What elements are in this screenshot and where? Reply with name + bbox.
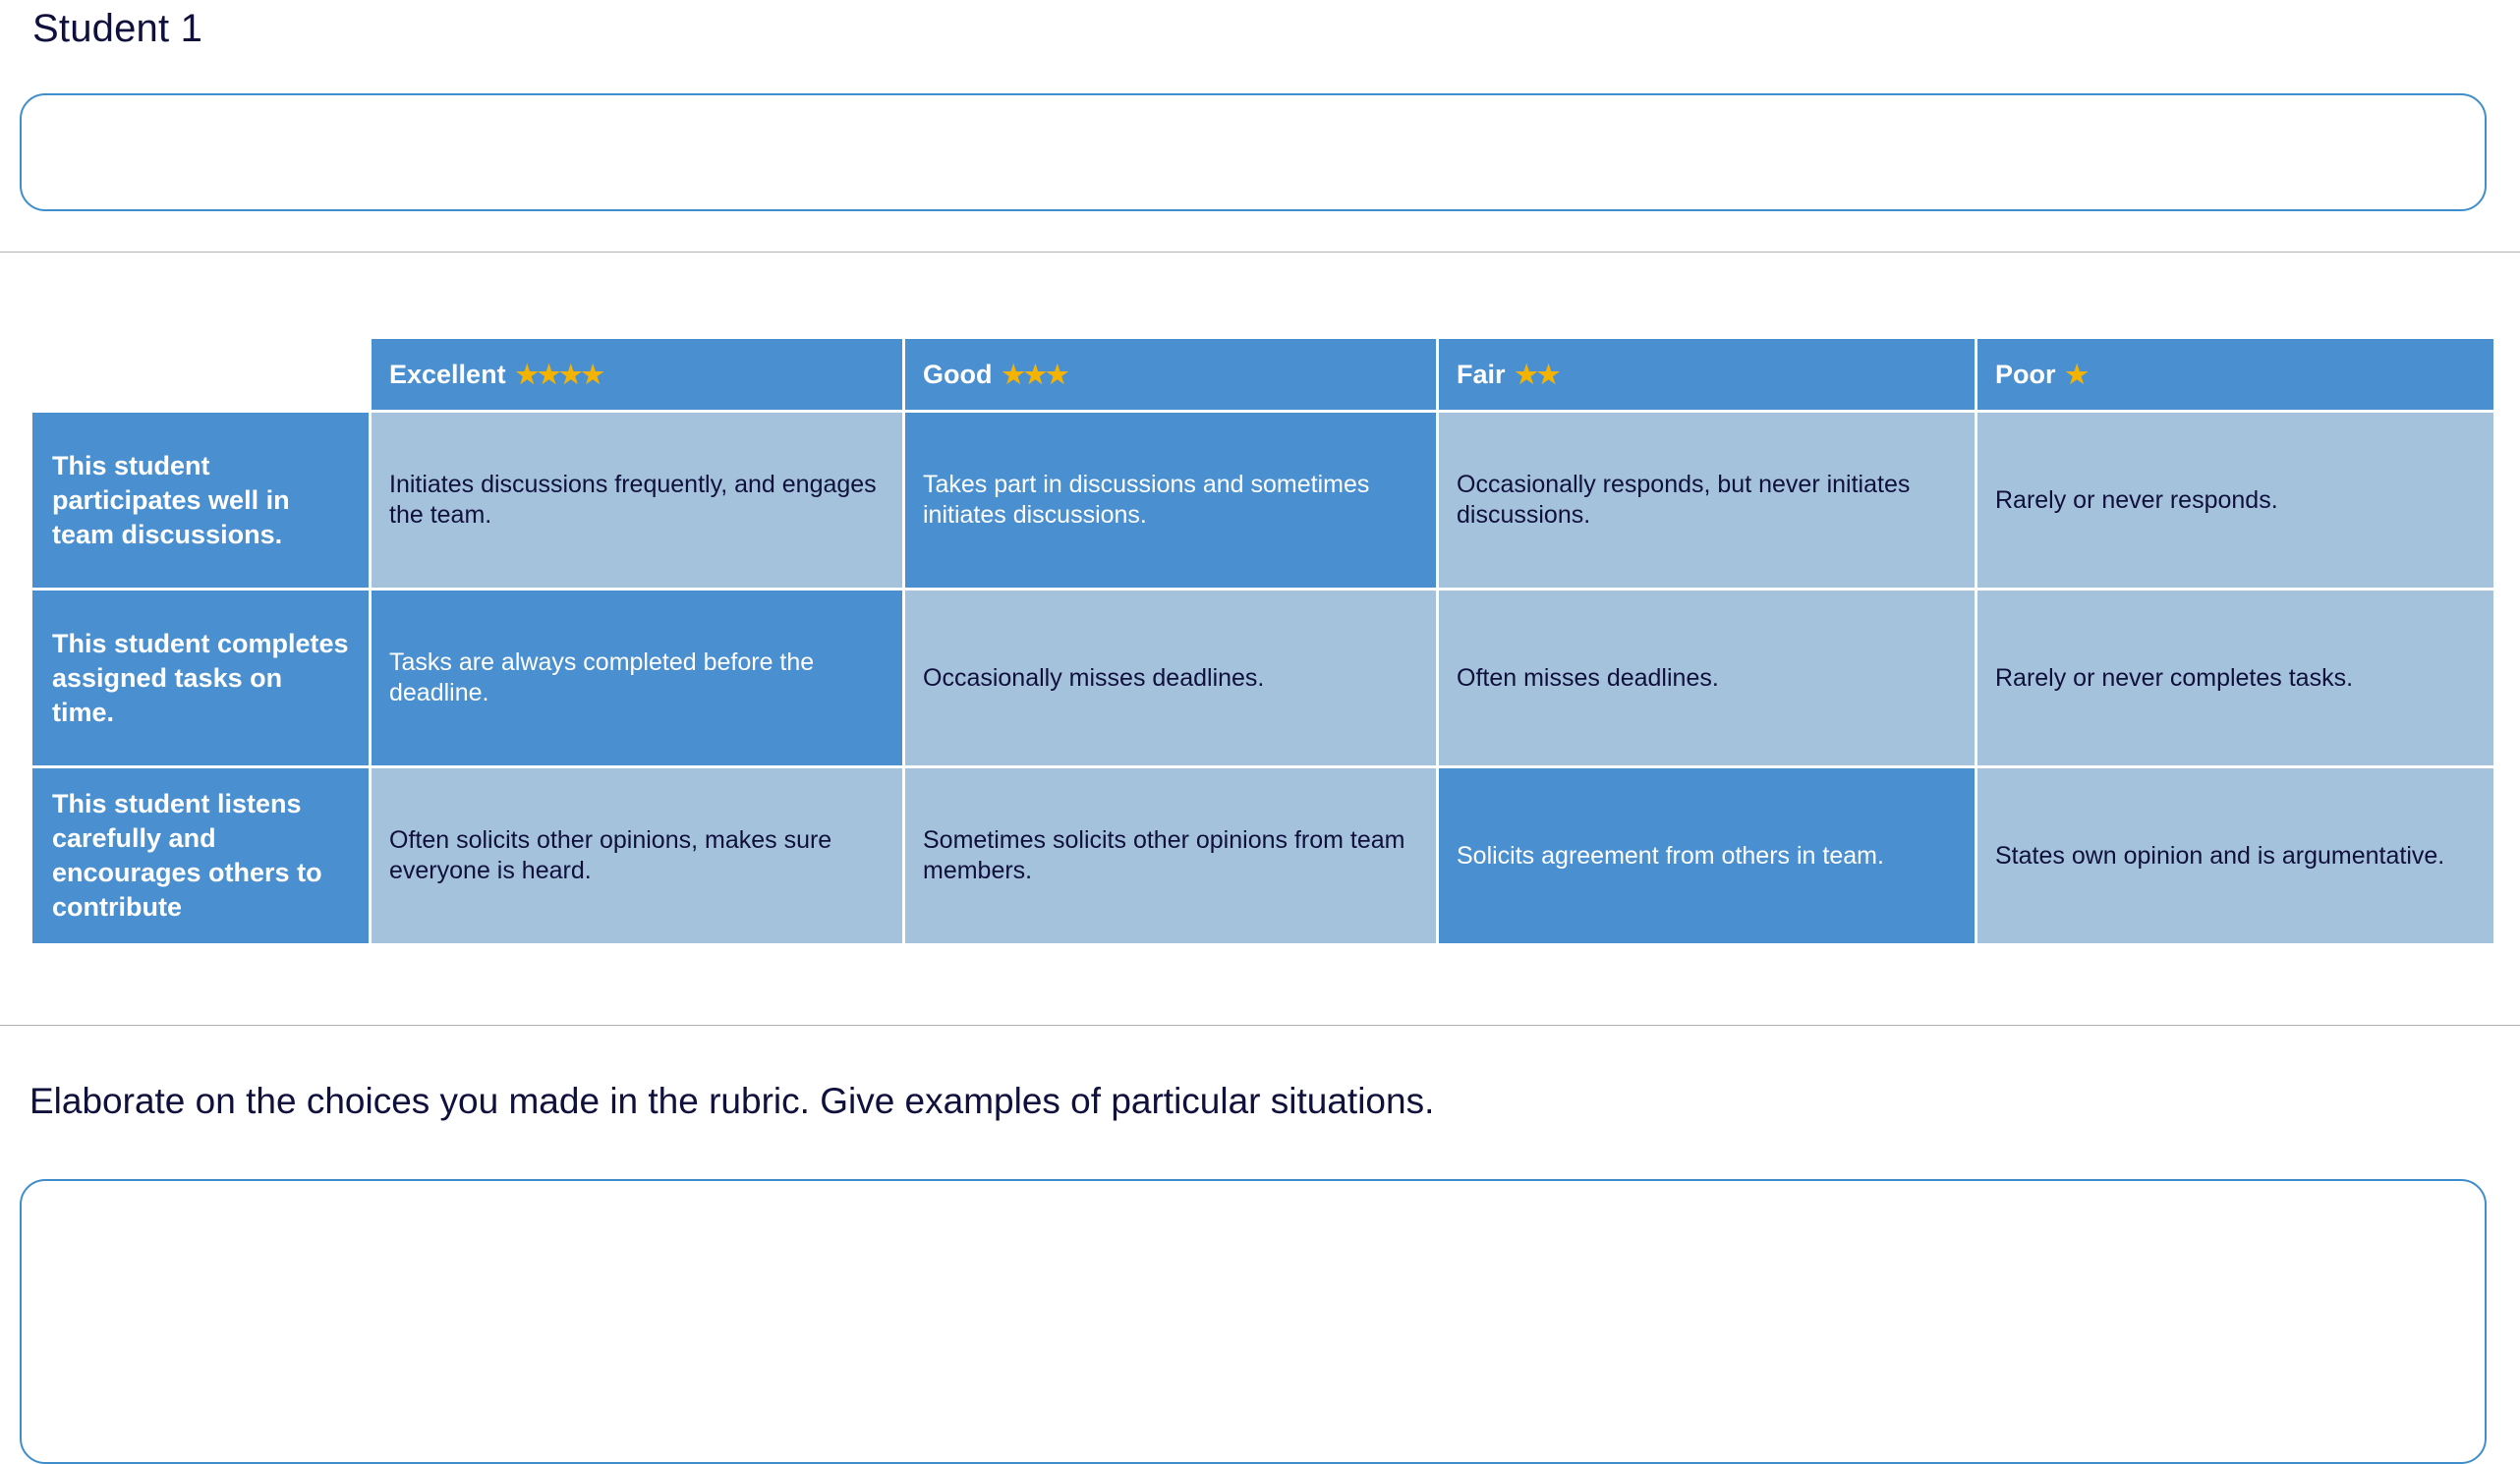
rubric-option-cell[interactable]: Often solicits other opinions, makes sur… <box>372 768 902 943</box>
elaborate-textarea[interactable] <box>20 1179 2487 1464</box>
rubric-option-cell[interactable]: Occasionally responds, but never initiat… <box>1439 413 1975 588</box>
rubric-option-cell[interactable]: Rarely or never completes tasks. <box>1977 591 2493 765</box>
rubric-option-cell[interactable]: Occasionally misses deadlines. <box>905 591 1436 765</box>
star-rating-icon: ★ <box>2065 360 2089 389</box>
page-title: Student 1 <box>32 7 203 50</box>
student-name-input[interactable] <box>20 93 2487 211</box>
rubric-option-text: Tasks are always completed before the de… <box>389 648 815 706</box>
divider-top <box>0 252 2520 253</box>
rubric-table: Excellent ★★★★ Good ★★★ Fair ★★ Poor ★ This stud… <box>32 339 2493 943</box>
star-rating-icon: ★★★★ <box>515 360 604 389</box>
rubric-criterion-label: This student listens carefully and encou… <box>32 768 369 943</box>
rubric-column-header-excellent: Excellent ★★★★ <box>372 339 902 410</box>
rubric-option-cell[interactable]: Solicits agreement from others in team. <box>1439 768 1975 943</box>
rubric-option-cell[interactable]: Sometimes solicits other opinions from t… <box>905 768 1436 943</box>
rubric-option-text: Often misses deadlines. <box>1457 663 1719 692</box>
rubric-criterion-label: This student completes assigned tasks on… <box>32 591 369 765</box>
rubric-column-label: Good <box>923 359 993 389</box>
divider-bottom <box>0 1025 2520 1026</box>
rubric-option-text: Often solicits other opinions, makes sur… <box>389 826 832 884</box>
rubric-assessment-page: Student 1 Excellent ★★★★ Good ★★★ Fair ★★ Poor… <box>0 0 2520 1464</box>
rubric-option-cell[interactable]: Initiates discussions frequently, and en… <box>372 413 902 588</box>
rubric-option-text: States own opinion and is argumentative. <box>1995 841 2445 870</box>
rubric-column-header-fair: Fair ★★ <box>1439 339 1975 410</box>
rubric-option-cell[interactable]: Often misses deadlines. <box>1439 591 1975 765</box>
rubric-criterion-text: This student participates well in team d… <box>52 450 290 549</box>
rubric-criterion-text: This student completes assigned tasks on… <box>52 628 349 727</box>
elaborate-prompt-label: Elaborate on the choices you made in the… <box>29 1081 1435 1121</box>
star-rating-icon: ★★ <box>1515 360 1561 389</box>
rubric-column-label: Poor <box>1995 359 2056 389</box>
rubric-option-text: Sometimes solicits other opinions from t… <box>923 826 1405 884</box>
rubric-option-text: Rarely or never completes tasks. <box>1995 663 2354 692</box>
rubric-option-cell[interactable]: Rarely or never responds. <box>1977 413 2493 588</box>
rubric-option-text: Rarely or never responds. <box>1995 485 2278 514</box>
rubric-option-text: Solicits agreement from others in team. <box>1457 841 1884 870</box>
rubric-criterion-text: This student listens carefully and encou… <box>52 789 322 922</box>
rubric-option-cell[interactable]: States own opinion and is argumentative. <box>1977 768 2493 943</box>
rubric-column-header-poor: Poor ★ <box>1977 339 2493 410</box>
rubric-option-text: Occasionally misses deadlines. <box>923 663 1265 692</box>
star-rating-icon: ★★★ <box>1002 360 1068 389</box>
rubric-option-text: Initiates discussions frequently, and en… <box>389 471 877 529</box>
rubric-column-label: Excellent <box>389 359 506 389</box>
rubric-option-text: Occasionally responds, but never initiat… <box>1457 471 1911 529</box>
rubric-option-text: Takes part in discussions and sometimes … <box>923 471 1370 529</box>
rubric-corner-cell <box>32 339 369 410</box>
rubric-column-label: Fair <box>1457 359 1506 389</box>
rubric-option-cell[interactable]: Tasks are always completed before the de… <box>372 591 902 765</box>
rubric-column-header-good: Good ★★★ <box>905 339 1436 410</box>
rubric-criterion-label: This student participates well in team d… <box>32 413 369 588</box>
rubric-option-cell[interactable]: Takes part in discussions and sometimes … <box>905 413 1436 588</box>
